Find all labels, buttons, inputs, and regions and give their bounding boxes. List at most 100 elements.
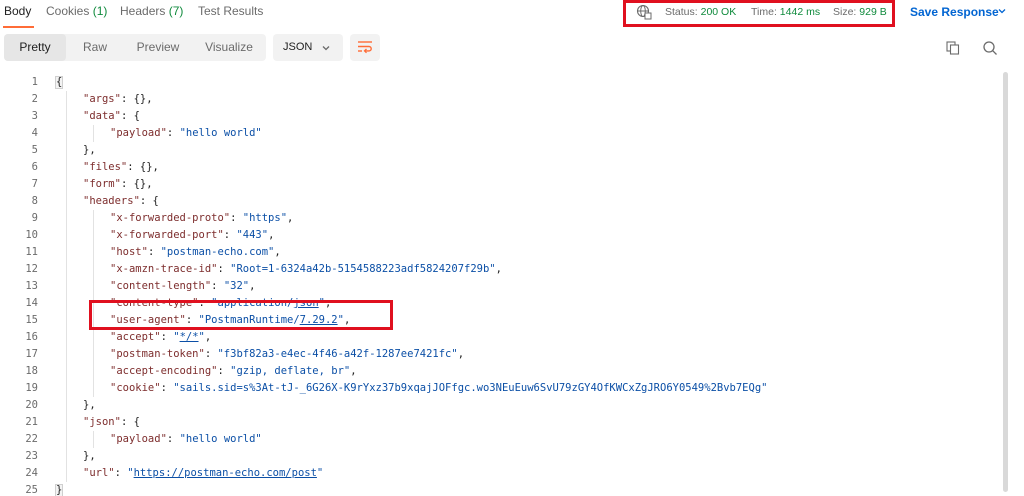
tab-headers[interactable]: Headers (7) bbox=[120, 4, 183, 18]
line-number: 21 bbox=[25, 416, 38, 428]
code-line: 19 "cookie": "sails.sid=s%3At-tJ-_6G26X-K… bbox=[0, 380, 1000, 397]
code-line: 4 "payload": "hello world" bbox=[0, 125, 1000, 142]
code-line: 9 "x-forwarded-proto": "https", bbox=[0, 210, 1000, 227]
line-number: 2 bbox=[31, 93, 38, 105]
tab-cookies[interactable]: Cookies (1) bbox=[46, 4, 107, 18]
code-text: "headers": { bbox=[83, 195, 159, 207]
code-text: }, bbox=[83, 399, 96, 411]
view-raw[interactable]: Raw bbox=[66, 34, 124, 61]
save-response-button[interactable]: Save Response bbox=[910, 5, 999, 19]
code-text: "x-forwarded-port": "443", bbox=[110, 229, 275, 241]
tab-body[interactable]: Body bbox=[4, 4, 31, 18]
code-text: "host": "postman-echo.com", bbox=[110, 246, 281, 258]
code-line: 3 "data": { bbox=[0, 108, 1000, 125]
tab-cookies-count: (1) bbox=[92, 4, 108, 18]
line-number: 10 bbox=[25, 229, 38, 241]
code-text: "data": { bbox=[83, 110, 140, 122]
line-number: 18 bbox=[25, 365, 38, 377]
code-text: } bbox=[56, 484, 63, 496]
tab-cookies-label: Cookies bbox=[46, 4, 90, 18]
line-number: 4 bbox=[31, 127, 38, 139]
line-number: 7 bbox=[31, 178, 38, 190]
line-number: 13 bbox=[25, 280, 38, 292]
line-number: 3 bbox=[31, 110, 38, 122]
code-line: 24 "url": "https://postman-echo.com/post" bbox=[0, 465, 1000, 482]
code-text: "x-amzn-trace-id": "Root=1-6324a42b-5154… bbox=[110, 263, 502, 275]
line-number: 9 bbox=[31, 212, 38, 224]
line-number: 24 bbox=[25, 467, 38, 479]
code-line: 12 "x-amzn-trace-id": "Root=1-6324a42b-51… bbox=[0, 261, 1000, 278]
tab-headers-count: (7) bbox=[168, 4, 184, 18]
code-line: 21 "json": { bbox=[0, 414, 1000, 431]
line-number: 19 bbox=[25, 382, 38, 394]
line-number: 17 bbox=[25, 348, 38, 360]
line-number: 23 bbox=[25, 450, 38, 462]
view-pretty[interactable]: Pretty bbox=[4, 34, 66, 61]
line-number: 8 bbox=[31, 195, 38, 207]
code-text: "accept-encoding": "gzip, deflate, br", bbox=[110, 365, 357, 377]
code-text: "content-length": "32", bbox=[110, 280, 256, 292]
code-text: "args": {}, bbox=[83, 93, 153, 105]
copy-icon[interactable] bbox=[945, 40, 961, 56]
line-number: 20 bbox=[25, 399, 38, 411]
line-number: 25 bbox=[25, 484, 38, 496]
wrap-lines-icon bbox=[358, 41, 372, 54]
code-text: "json": { bbox=[83, 416, 140, 428]
line-number: 11 bbox=[25, 246, 38, 258]
response-body-viewer[interactable]: 1{2 "args": {}, 3 "data": {4 "payload": "hel… bbox=[0, 72, 1010, 496]
line-number: 15 bbox=[25, 314, 38, 326]
search-icon[interactable] bbox=[982, 40, 998, 56]
indent-guide bbox=[93, 125, 94, 142]
view-visualize[interactable]: Visualize bbox=[192, 34, 266, 61]
tab-headers-label: Headers bbox=[120, 4, 166, 18]
code-text: }, bbox=[83, 450, 96, 462]
code-line: 11 "host": "postman-echo.com", bbox=[0, 244, 1000, 261]
status-highlight-box bbox=[623, 0, 895, 27]
line-number: 6 bbox=[31, 161, 38, 173]
code-text: }, bbox=[83, 144, 96, 156]
line-number: 12 bbox=[25, 263, 38, 275]
view-mode-switcher: Pretty Raw Preview Visualize bbox=[4, 34, 266, 61]
code-text: "accept": "*/*", bbox=[110, 331, 212, 343]
code-line: 16 "accept": "*/*", bbox=[0, 329, 1000, 346]
code-text: "form": {}, bbox=[83, 178, 153, 190]
code-line: 7 "form": {}, bbox=[0, 176, 1000, 193]
code-text: "cookie": "sails.sid=s%3At-tJ-_6G26X-K9r… bbox=[110, 382, 768, 394]
code-text: "postman-token": "f3bf82a3-e4ec-4f46-a42… bbox=[110, 348, 465, 360]
code-line: 10 "x-forwarded-port": "443", bbox=[0, 227, 1000, 244]
code-text: "url": "https://postman-echo.com/post" bbox=[83, 467, 324, 479]
active-tab-indicator bbox=[3, 26, 34, 28]
format-select[interactable]: JSON bbox=[273, 34, 343, 61]
line-number: 16 bbox=[25, 331, 38, 343]
user-agent-highlight-box bbox=[89, 300, 393, 330]
code-line: 8 "headers": { bbox=[0, 193, 1000, 210]
wrap-lines-button[interactable] bbox=[350, 34, 380, 61]
line-number: 1 bbox=[31, 76, 38, 88]
code-line: 2 "args": {}, bbox=[0, 91, 1000, 108]
code-text: "x-forwarded-proto": "https", bbox=[110, 212, 294, 224]
line-number: 5 bbox=[31, 144, 38, 156]
code-text: { bbox=[56, 76, 63, 88]
code-text: "payload": "hello world" bbox=[110, 433, 262, 445]
chevron-down-icon bbox=[322, 46, 330, 51]
code-line: 13 "content-length": "32", bbox=[0, 278, 1000, 295]
code-line: 5}, bbox=[0, 142, 1000, 159]
code-line: 23}, bbox=[0, 448, 1000, 465]
line-number: 14 bbox=[25, 297, 38, 309]
line-number: 22 bbox=[25, 433, 38, 445]
indent-guide bbox=[93, 431, 94, 448]
view-preview[interactable]: Preview bbox=[124, 34, 192, 61]
code-line: 25} bbox=[0, 482, 1000, 496]
code-line: 1{ bbox=[0, 74, 1000, 91]
code-line: 22 "payload": "hello world" bbox=[0, 431, 1000, 448]
code-line: 20}, bbox=[0, 397, 1000, 414]
code-line: 17 "postman-token": "f3bf82a3-e4ec-4f46-a… bbox=[0, 346, 1000, 363]
code-line: 6 "files": {}, bbox=[0, 159, 1000, 176]
chevron-down-icon[interactable] bbox=[997, 6, 1007, 16]
vertical-scrollbar[interactable] bbox=[1003, 72, 1008, 492]
indent-guide bbox=[66, 91, 67, 482]
tab-test-results[interactable]: Test Results bbox=[198, 4, 263, 18]
code-text: "payload": "hello world" bbox=[110, 127, 262, 139]
code-line: 18 "accept-encoding": "gzip, deflate, br"… bbox=[0, 363, 1000, 380]
code-text: "files": {}, bbox=[83, 161, 159, 173]
